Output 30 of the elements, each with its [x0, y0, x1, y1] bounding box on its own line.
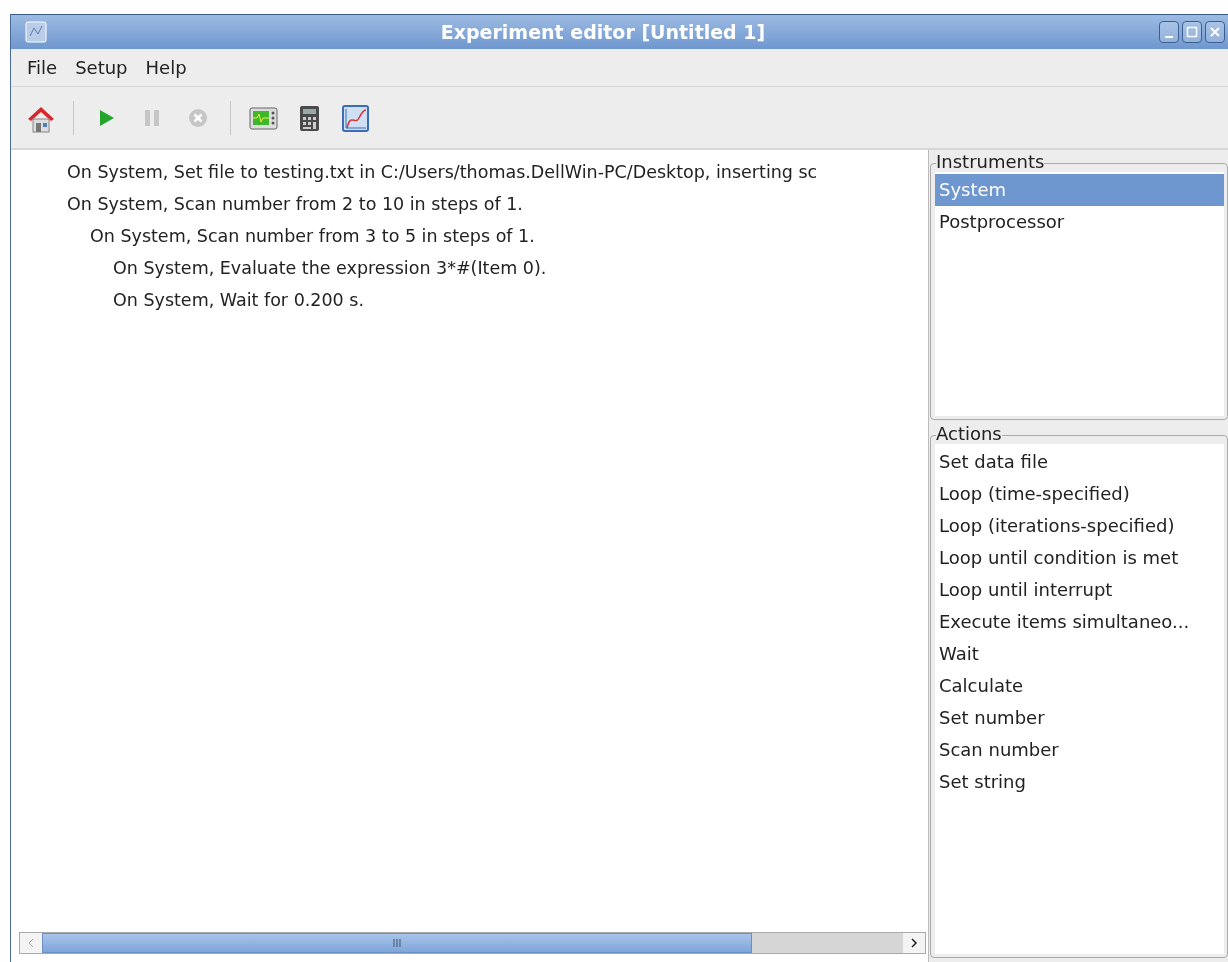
app-icon — [25, 21, 47, 43]
maximize-button[interactable] — [1182, 21, 1202, 43]
list-item[interactable]: Loop (iterations-specified) — [935, 510, 1224, 542]
scrollbar-grip: III — [392, 937, 402, 949]
list-item[interactable]: Set string — [935, 766, 1224, 798]
list-item[interactable]: Postprocessor — [935, 206, 1224, 238]
sequence-item[interactable]: On System, Scan number from 2 to 10 in steps of 1. — [67, 188, 523, 220]
scroll-right-icon[interactable] — [909, 937, 919, 949]
list-item[interactable]: Loop (time-specified) — [935, 478, 1224, 510]
maximize-icon — [1184, 24, 1200, 40]
list-item[interactable]: Loop until interrupt — [935, 574, 1224, 606]
list-item[interactable]: Loop until condition is met — [935, 542, 1224, 574]
sequence-item[interactable]: On System, Wait for 0.200 s. — [113, 284, 364, 316]
list-item[interactable]: Execute items simultaneo... — [935, 606, 1224, 638]
horizontal-scrollbar[interactable]: III — [19, 932, 926, 954]
sequence-item[interactable]: On System, Evaluate the expression 3*#(Item 0). — [113, 252, 547, 284]
list-item[interactable]: Scan number — [935, 734, 1224, 766]
menu-item[interactable]: Setup — [67, 55, 136, 80]
minimize-icon — [1165, 36, 1173, 38]
sequence-item[interactable]: On System, Set file to testing.txt in C:/Users/thomas.DellWin-PC/Desktop, inserting sc — [67, 156, 818, 188]
minimize-button[interactable] — [1159, 21, 1179, 43]
menu-item[interactable]: File — [19, 55, 66, 80]
sequence-item[interactable]: On System, Scan number from 3 to 5 in steps of 1. — [90, 220, 535, 252]
list-item[interactable]: Calculate — [935, 670, 1224, 702]
list-item[interactable]: Set data file — [935, 446, 1224, 478]
list-item[interactable]: Wait — [935, 638, 1224, 670]
menu-item[interactable]: Help — [137, 55, 195, 80]
window-title: Experiment editor [Untitled 1] — [439, 21, 767, 43]
list-item[interactable]: Set number — [935, 702, 1224, 734]
close-button[interactable] — [1205, 21, 1225, 43]
